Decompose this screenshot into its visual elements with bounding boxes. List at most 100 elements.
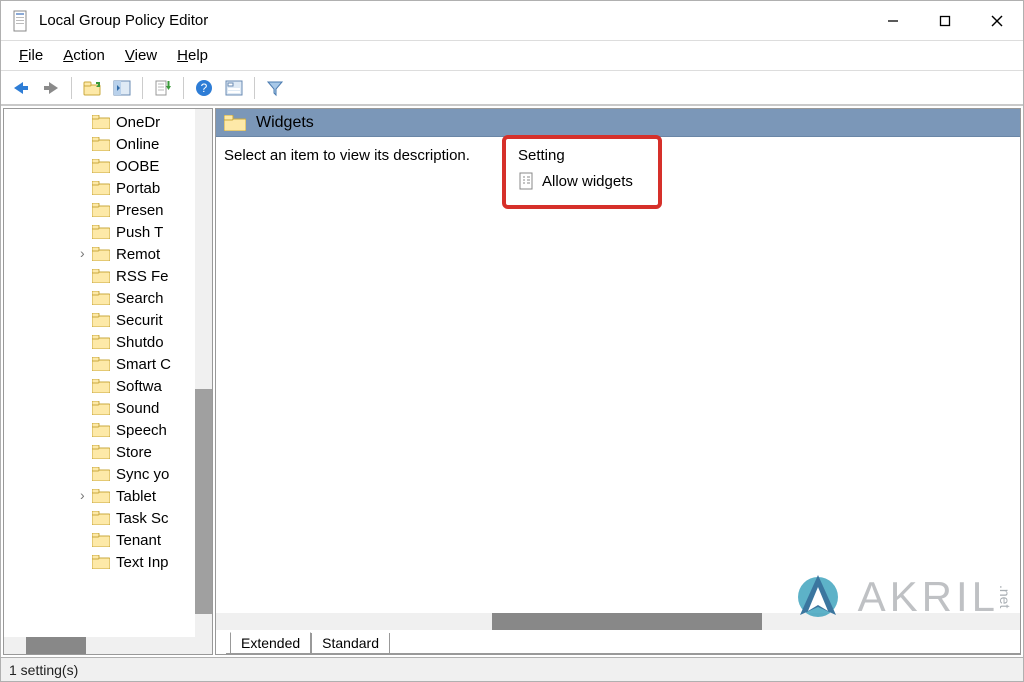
folder-icon	[224, 115, 246, 131]
tree-item-label: Text Inp	[116, 554, 169, 571]
app-window: Local Group Policy Editor File Action Vi…	[0, 0, 1024, 682]
tree-item[interactable]: Portab	[4, 177, 212, 199]
tree-item[interactable]: Speech	[4, 419, 212, 441]
tree-item[interactable]: Remot	[4, 243, 212, 265]
menu-file[interactable]: File	[9, 45, 53, 66]
detail-pane: Widgets Select an item to view its descr…	[215, 108, 1021, 655]
tree-item[interactable]: Search	[4, 287, 212, 309]
folder-icon	[92, 511, 110, 525]
scrollbar-thumb[interactable]	[492, 613, 762, 630]
main-area: OneDr Online OOBE Portab Presen Push T R…	[1, 105, 1023, 657]
tab-extended[interactable]: Extended	[230, 632, 311, 654]
tree-item-label: Task Sc	[116, 510, 169, 527]
tree-item-label: Tenant	[116, 532, 161, 549]
column-header-setting[interactable]: Setting	[512, 143, 1014, 168]
help-button[interactable]: ?	[190, 75, 218, 101]
status-text: 1 setting(s)	[9, 662, 78, 678]
tree-item[interactable]: Tenant	[4, 529, 212, 551]
tree-item[interactable]: Task Sc	[4, 507, 212, 529]
tree-item-label: OOBE	[116, 158, 159, 175]
tree-list[interactable]: OneDr Online OOBE Portab Presen Push T R…	[4, 109, 212, 637]
tree-item-label: Speech	[116, 422, 167, 439]
tree-item[interactable]: Text Inp	[4, 551, 212, 573]
folder-icon	[92, 533, 110, 547]
tree-item-label: Push T	[116, 224, 163, 241]
tree-item-label: Search	[116, 290, 164, 307]
window-title: Local Group Policy Editor	[39, 12, 208, 29]
scrollbar-thumb[interactable]	[195, 389, 212, 614]
up-level-button[interactable]	[78, 75, 106, 101]
folder-icon	[92, 489, 110, 503]
tree-item[interactable]: Online	[4, 133, 212, 155]
minimize-button[interactable]	[867, 1, 919, 41]
tree-vertical-scrollbar[interactable]	[195, 109, 212, 637]
tree-item-label: Securit	[116, 312, 163, 329]
tree-item-label: Presen	[116, 202, 164, 219]
tree-item-label: Sound	[116, 400, 159, 417]
menu-help[interactable]: Help	[167, 45, 218, 66]
tree-item[interactable]: RSS Fe	[4, 265, 212, 287]
menu-view[interactable]: View	[115, 45, 167, 66]
tree-item[interactable]: Shutdo	[4, 331, 212, 353]
description-text: Select an item to view its description.	[224, 147, 470, 164]
forward-button[interactable]	[37, 75, 65, 101]
tree-item[interactable]: Presen	[4, 199, 212, 221]
tree-item[interactable]: OOBE	[4, 155, 212, 177]
tree-item[interactable]: OneDr	[4, 111, 212, 133]
tree-item[interactable]: Push T	[4, 221, 212, 243]
tree-horizontal-scrollbar[interactable]	[4, 637, 212, 654]
export-button[interactable]	[149, 75, 177, 101]
policy-icon	[518, 172, 536, 190]
folder-icon	[92, 115, 110, 129]
setting-row[interactable]: Allow widgets	[512, 168, 1014, 194]
tree-item[interactable]: Sound	[4, 397, 212, 419]
setting-list: Setting Allow widgets	[506, 137, 1020, 613]
detail-horizontal-scrollbar[interactable]	[216, 613, 1020, 630]
filter-button[interactable]	[261, 75, 289, 101]
tree-item-label: Softwa	[116, 378, 162, 395]
folder-icon	[92, 555, 110, 569]
titlebar: Local Group Policy Editor	[1, 1, 1023, 41]
tree-item[interactable]: Smart C	[4, 353, 212, 375]
app-icon	[11, 9, 31, 33]
toolbar: ?	[1, 71, 1023, 105]
folder-icon	[92, 335, 110, 349]
tree-item[interactable]: Securit	[4, 309, 212, 331]
folder-icon	[92, 313, 110, 327]
tab-standard[interactable]: Standard	[311, 633, 390, 654]
show-hide-tree-button[interactable]	[108, 75, 136, 101]
tree-item-label: Portab	[116, 180, 160, 197]
status-bar: 1 setting(s)	[1, 657, 1023, 681]
tree-item-label: RSS Fe	[116, 268, 169, 285]
tree-item-label: Online	[116, 136, 159, 153]
detail-tabs: Extended Standard	[216, 630, 1020, 654]
menubar: File Action View Help	[1, 41, 1023, 71]
folder-icon	[92, 203, 110, 217]
tree-item[interactable]: Sync yo	[4, 463, 212, 485]
tree-item[interactable]: Tablet	[4, 485, 212, 507]
folder-icon	[92, 401, 110, 415]
folder-icon	[92, 225, 110, 239]
folder-icon	[92, 379, 110, 393]
tree-item-label: Store	[116, 444, 152, 461]
properties-button[interactable]	[220, 75, 248, 101]
detail-body: Select an item to view its description. …	[216, 137, 1020, 613]
close-button[interactable]	[971, 1, 1023, 41]
back-button[interactable]	[7, 75, 35, 101]
tree-item[interactable]: Store	[4, 441, 212, 463]
folder-icon	[92, 269, 110, 283]
tree-pane: OneDr Online OOBE Portab Presen Push T R…	[3, 108, 213, 655]
tree-item[interactable]: Softwa	[4, 375, 212, 397]
folder-icon	[92, 423, 110, 437]
tree-item-label: Smart C	[116, 356, 171, 373]
folder-icon	[92, 467, 110, 481]
maximize-button[interactable]	[919, 1, 971, 41]
folder-icon	[92, 137, 110, 151]
folder-icon	[92, 159, 110, 173]
tree-item-label: Tablet	[116, 488, 156, 505]
scrollbar-thumb[interactable]	[26, 637, 86, 654]
tree-item-label: OneDr	[116, 114, 160, 131]
folder-icon	[92, 181, 110, 195]
folder-icon	[92, 445, 110, 459]
menu-action[interactable]: Action	[53, 45, 115, 66]
